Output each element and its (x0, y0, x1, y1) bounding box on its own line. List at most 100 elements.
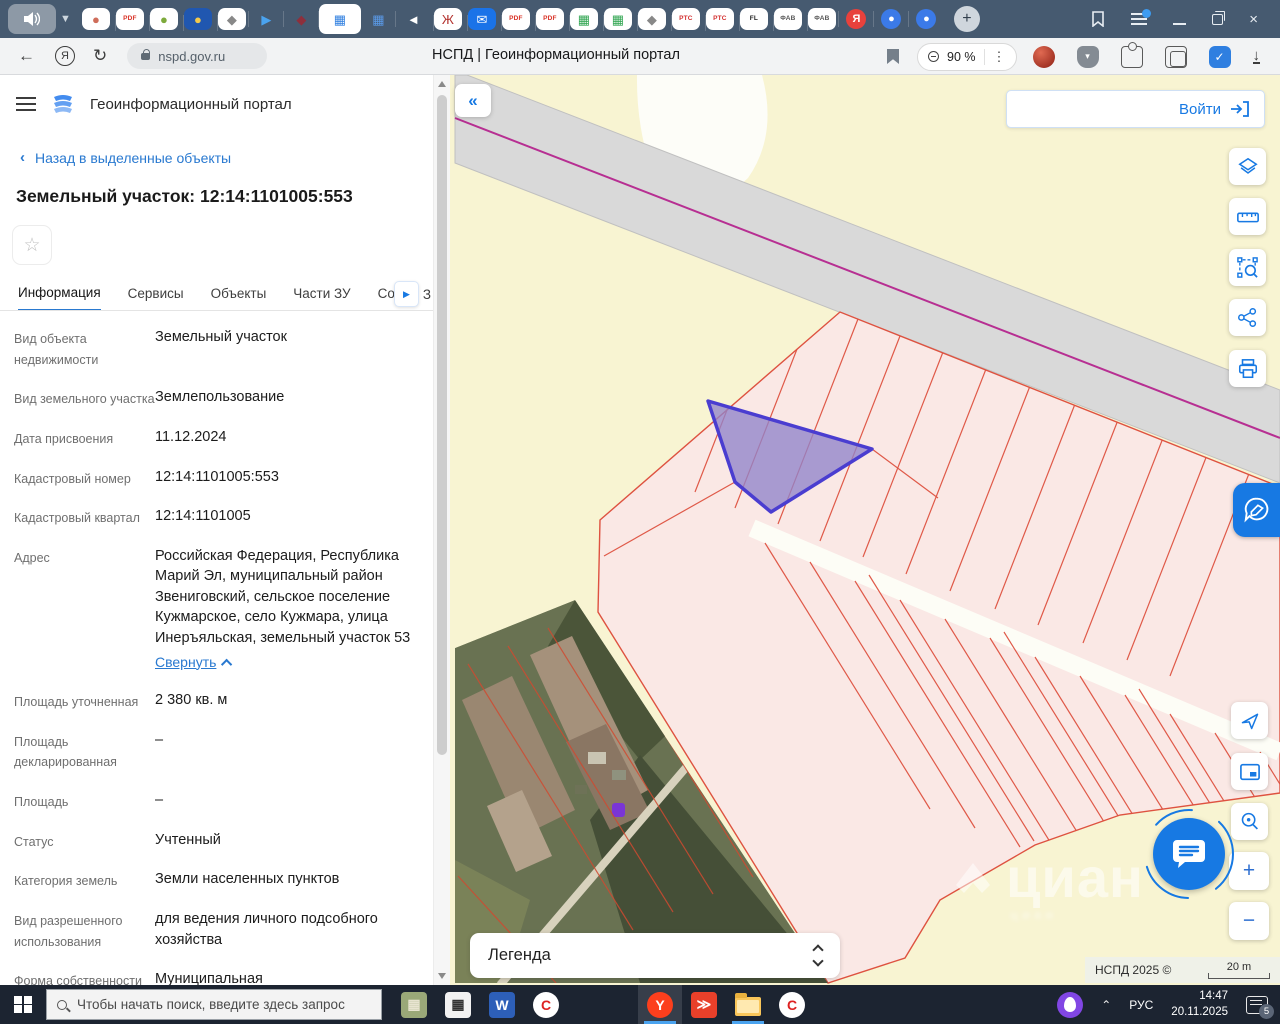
extension-orb-icon[interactable] (1032, 45, 1055, 68)
browser-tab-mail-blue[interactable]: ✉ (466, 8, 496, 31)
field-value: 2 380 кв. м (155, 692, 228, 709)
tab-groups-icon[interactable] (1164, 45, 1187, 68)
legend-expand-icon[interactable] (812, 944, 824, 967)
scroll-down-arrow[interactable] (438, 973, 446, 979)
taskbar-app-corel-2[interactable]: C (770, 985, 814, 1024)
sync-check-icon[interactable]: ✓ (1208, 45, 1231, 68)
chat-button[interactable] (1153, 818, 1225, 890)
browser-tab-map-green-2[interactable]: ▦ (602, 8, 632, 31)
taskbar-app-calculator[interactable]: ▦ (436, 985, 480, 1024)
browser-tab-pdf-3[interactable]: PDF (534, 8, 564, 31)
tray-expand-chevron-icon[interactable]: ⌃ (1101, 998, 1111, 1012)
new-tab-button[interactable]: + (953, 6, 980, 32)
login-button[interactable]: Войти (1006, 90, 1265, 128)
collapse-panel-button[interactable]: « (455, 84, 491, 117)
taskbar-app-maps-app[interactable]: ▦ (392, 985, 436, 1024)
feedback-widget-button[interactable] (1233, 483, 1280, 537)
word-icon: W (489, 991, 515, 1018)
browser-tab-fl[interactable]: FL (738, 8, 768, 31)
taskbar-app-red-arrows[interactable]: ≫ (682, 985, 726, 1024)
taskbar-app-word[interactable]: W (480, 985, 524, 1024)
collapse-label: Свернуть (155, 653, 217, 670)
browser-tab-emblem-eagle-2[interactable]: ◆ (636, 8, 666, 31)
area-select-button[interactable] (1229, 249, 1266, 286)
zoom-out-lens-icon[interactable] (928, 51, 939, 62)
browser-tab-shield-blue[interactable]: ● (182, 8, 212, 31)
browser-tab-emblem-red[interactable]: Ж (432, 8, 462, 31)
window-close-button[interactable]: × (1249, 11, 1258, 28)
language-indicator[interactable]: РУС (1129, 998, 1153, 1012)
browser-tab-doc-blue-active[interactable]: ▦ (317, 4, 361, 34)
address-collapse-link[interactable]: Свернуть (155, 653, 233, 673)
browser-tab-emblem-green[interactable]: ● (148, 8, 178, 31)
layers-button[interactable] (1229, 148, 1266, 185)
scroll-up-arrow[interactable] (438, 81, 446, 87)
hamburger-menu-icon[interactable] (16, 97, 36, 111)
tabs-scroll-right-button[interactable]: ▶ (394, 281, 419, 307)
window-maximize-button[interactable] (1212, 10, 1226, 25)
browser-tab-speaker-small[interactable]: ◄ (394, 4, 431, 34)
url-field[interactable]: nspd.gov.ru (127, 43, 268, 69)
print-button[interactable] (1229, 350, 1266, 387)
browser-menu-icon[interactable] (1131, 9, 1152, 25)
emblem-eagle-2-icon: ◆ (646, 11, 657, 27)
tab-information[interactable]: Информация (18, 285, 101, 310)
browser-tab-emblem-eagle-1[interactable]: ◆ (216, 8, 246, 31)
measure-button[interactable] (1229, 198, 1266, 235)
notification-center-icon[interactable]: 5 (1246, 995, 1274, 1019)
map-canvas[interactable]: « Войти + − циан циан Легенда НСПД 2025 … (450, 75, 1280, 985)
browser-tab-icons: ● PDF ● ● ◆ ▶ ◆ ▦ ▦ ◄ Ж ✉ PDF PDF ▦ ▦ ◆ РТС РТС FL ФАВ ФАВ Я ● ● (79, 0, 944, 38)
speaker-icon (24, 12, 40, 26)
browser-tab-doc-red[interactable]: ● (81, 8, 110, 30)
yandex-home-icon[interactable]: Я (55, 46, 75, 66)
back-button[interactable]: ← (18, 46, 35, 66)
legend-bar[interactable]: Легенда (470, 933, 840, 978)
tab-audio-active[interactable] (8, 4, 56, 34)
zoom-control[interactable]: 90 % ⋮ (917, 42, 1017, 71)
refresh-button[interactable]: ↻ (93, 46, 107, 66)
browser-tab-yandex-arrow[interactable]: ▶ (247, 4, 284, 34)
browser-tab-yandex-ya[interactable]: Я (837, 4, 874, 34)
extension-pocket-icon[interactable]: ▾ (1076, 45, 1099, 68)
scrollbar-thumb[interactable] (437, 95, 447, 755)
bookmark-icon[interactable] (887, 49, 899, 64)
browser-tab-pdf-2[interactable]: PDF (500, 8, 530, 31)
tab-objects[interactable]: Объекты (211, 286, 267, 310)
browser-tab-blue-dot-1[interactable]: ● (872, 4, 909, 34)
panel-scrollbar[interactable] (433, 75, 450, 985)
my-location-button[interactable] (1231, 702, 1268, 739)
chat-assistant[interactable] (1141, 806, 1237, 902)
browser-tab-fab-1[interactable]: ФАВ (772, 8, 802, 31)
tab-services[interactable]: Сервисы (128, 286, 184, 310)
browser-tab-table-blue[interactable]: ▦ (359, 4, 396, 34)
browser-tab-rts-1[interactable]: РТС (670, 8, 700, 31)
bookmarks-panel-icon[interactable] (1091, 11, 1105, 27)
zoom-out-button[interactable]: − (1229, 902, 1269, 940)
downloads-icon[interactable]: ↓ (1252, 48, 1260, 64)
taskbar-search-input[interactable]: Чтобы начать поиск, введите здесь запрос (46, 989, 382, 1020)
share-button[interactable] (1229, 299, 1266, 336)
browser-tab-pdf-1[interactable]: PDF (114, 8, 144, 31)
more-options-icon[interactable]: ⋮ (993, 49, 1006, 65)
tab-parcel-parts[interactable]: Части ЗУ (293, 286, 350, 310)
taskbar-app-yandex-browser[interactable]: Y (638, 985, 682, 1024)
info-row: Статус Учтенный (14, 830, 419, 853)
start-button[interactable] (0, 985, 46, 1024)
browser-tab-map-green-1[interactable]: ▦ (568, 8, 598, 31)
minimap-button[interactable] (1231, 753, 1268, 790)
taskbar-app-corel-1[interactable]: C (524, 985, 568, 1024)
back-to-selected-link[interactable]: ‹ Назад в выделенные объекты (0, 127, 433, 166)
extensions-puzzle-icon[interactable] (1120, 41, 1143, 68)
window-minimize-button[interactable] (1173, 14, 1187, 25)
field-label: Кадастровый номер (14, 471, 131, 486)
minus-icon: − (1242, 909, 1256, 932)
clock[interactable]: 14:47 20.11.2025 (1171, 989, 1228, 1020)
alice-assistant-icon[interactable] (1057, 991, 1084, 1018)
browser-tab-blue-dot-2[interactable]: ● (907, 4, 944, 34)
browser-tab-ornament-darkred[interactable]: ◆ (282, 4, 319, 34)
taskbar-app-explorer[interactable] (726, 985, 770, 1024)
browser-tab-fab-2[interactable]: ФАВ (806, 8, 836, 31)
browser-tab-rts-2[interactable]: РТС (704, 8, 734, 31)
tab-dropdown-chevron-icon[interactable]: ▼ (60, 13, 71, 25)
favorite-star-button[interactable]: ☆ (12, 225, 52, 265)
